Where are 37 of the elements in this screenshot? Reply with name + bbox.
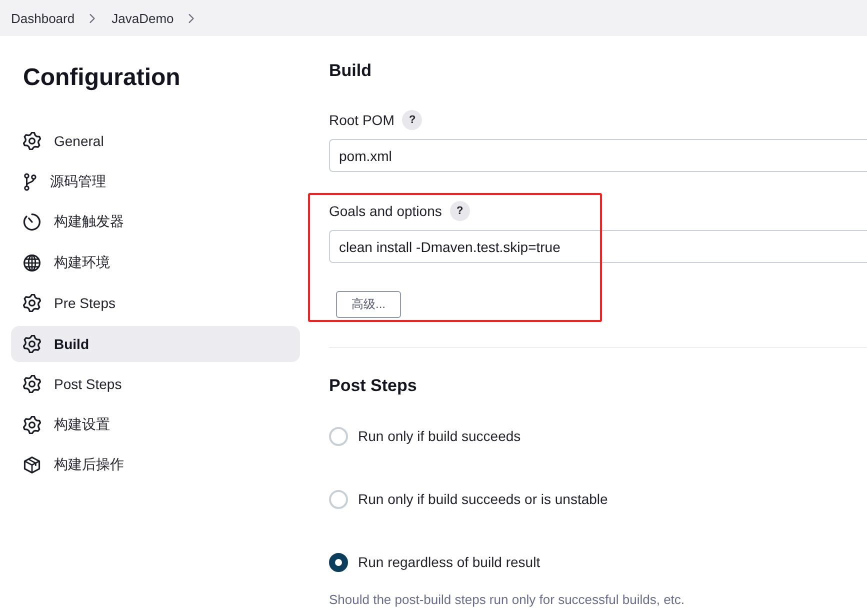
sidebar-item[interactable]: General (11, 123, 300, 159)
text-input[interactable]: pom.xml (329, 139, 867, 172)
breadcrumb-link[interactable]: Dashboard (11, 10, 75, 26)
help-button[interactable]: ? (450, 201, 470, 221)
sidebar-item[interactable]: 构建触发器 (11, 204, 300, 240)
section-heading: Post Steps (329, 375, 418, 397)
option-label: Run only if build succeeds or is unstable (358, 491, 608, 507)
advanced-button[interactable]: 高级... (336, 291, 401, 318)
package-icon (23, 456, 41, 474)
gear-icon (23, 132, 41, 150)
breadcrumb-link[interactable]: JavaDemo (112, 10, 174, 26)
sidebar-item[interactable]: 构建环境 (11, 244, 300, 280)
option-label: Run regardless of build result (358, 554, 540, 570)
help-button[interactable]: ? (402, 110, 422, 130)
gear-icon (23, 416, 41, 434)
sidebar-item[interactable]: 构建设置 (11, 406, 300, 442)
branch-icon (23, 172, 37, 190)
sidebar-item[interactable]: Pre Steps (11, 285, 300, 321)
timer-icon (23, 213, 41, 231)
sidebar-item[interactable]: 构建后操作 (11, 447, 300, 483)
field-label: Goals and options (329, 203, 442, 219)
sidebar-item[interactable]: Post Steps (11, 366, 300, 402)
help-text: Should the post-build steps run only for successful builds, etc. (329, 591, 686, 609)
globe-icon (23, 254, 41, 272)
gear-icon (23, 334, 41, 352)
option-label: Run only if build succeeds (358, 428, 521, 444)
gear-icon (23, 375, 41, 393)
chevron-icon[interactable] (188, 12, 195, 24)
field-label: Root POM (329, 112, 394, 128)
section-heading: Build (329, 60, 372, 82)
sidebar-item[interactable]: 源码管理 (11, 164, 300, 200)
text-input[interactable]: clean install -Dmaven.test.skip=true (329, 230, 867, 263)
page-title: Configuration (23, 63, 182, 93)
sidebar-item[interactable]: Build (11, 326, 300, 362)
gear-icon (23, 294, 41, 312)
radio-button[interactable] (329, 552, 348, 572)
chevron-icon[interactable] (88, 12, 96, 24)
